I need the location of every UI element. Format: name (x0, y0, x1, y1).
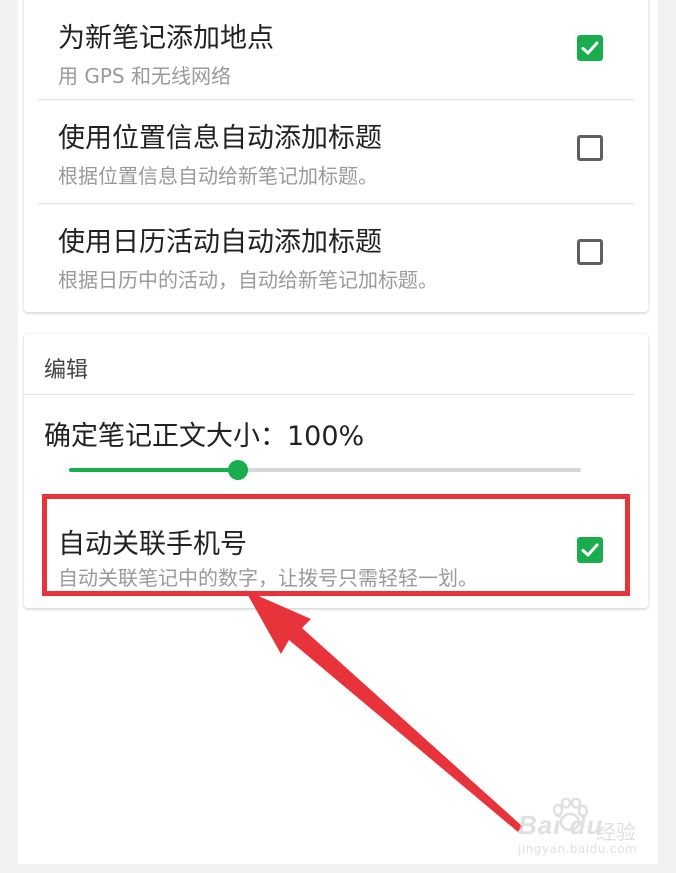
add-location-row[interactable]: 为新笔记添加地点 用 GPS 和无线网络 (38, 0, 634, 100)
slider-thumb[interactable] (228, 460, 248, 480)
auto-title-calendar-row[interactable]: 使用日历活动自动添加标题 根据日历中的活动，自动给新笔记加标题。 (38, 204, 634, 308)
font-size-label: 确定笔记正文大小：100% (44, 421, 365, 452)
auto-title-location-checkbox[interactable] (577, 135, 603, 161)
check-icon (581, 41, 599, 55)
add-location-title: 为新笔记添加地点 (58, 23, 274, 54)
watermark-cn: 经验 (596, 820, 636, 844)
location-settings-card: 为新笔记添加地点 用 GPS 和无线网络 使用位置信息自动添加标题 根据位置信息… (24, 0, 648, 312)
watermark-logo: Bai du 经验 jingyan.baidu.com (510, 798, 660, 864)
auto-title-location-title: 使用位置信息自动添加标题 (58, 123, 382, 154)
auto-title-calendar-subtitle: 根据日历中的活动，自动给新笔记加标题。 (58, 268, 438, 292)
auto-title-location-subtitle: 根据位置信息自动给新笔记加标题。 (58, 164, 378, 188)
auto-title-calendar-checkbox[interactable] (577, 239, 603, 265)
add-location-subtitle: 用 GPS 和无线网络 (58, 64, 231, 88)
section-divider (24, 394, 634, 395)
section-header-edit: 编辑 (44, 358, 89, 383)
font-size-slider[interactable] (69, 458, 581, 482)
auto-title-calendar-title: 使用日历活动自动添加标题 (58, 227, 382, 258)
highlight-annotation-box (42, 494, 630, 596)
watermark-url: jingyan.baidu.com (518, 842, 638, 856)
auto-title-location-row[interactable]: 使用位置信息自动添加标题 根据位置信息自动给新笔记加标题。 (38, 100, 634, 204)
add-location-checkbox[interactable] (577, 35, 603, 61)
watermark-brand: Bai du (518, 810, 604, 840)
slider-fill (69, 468, 238, 472)
